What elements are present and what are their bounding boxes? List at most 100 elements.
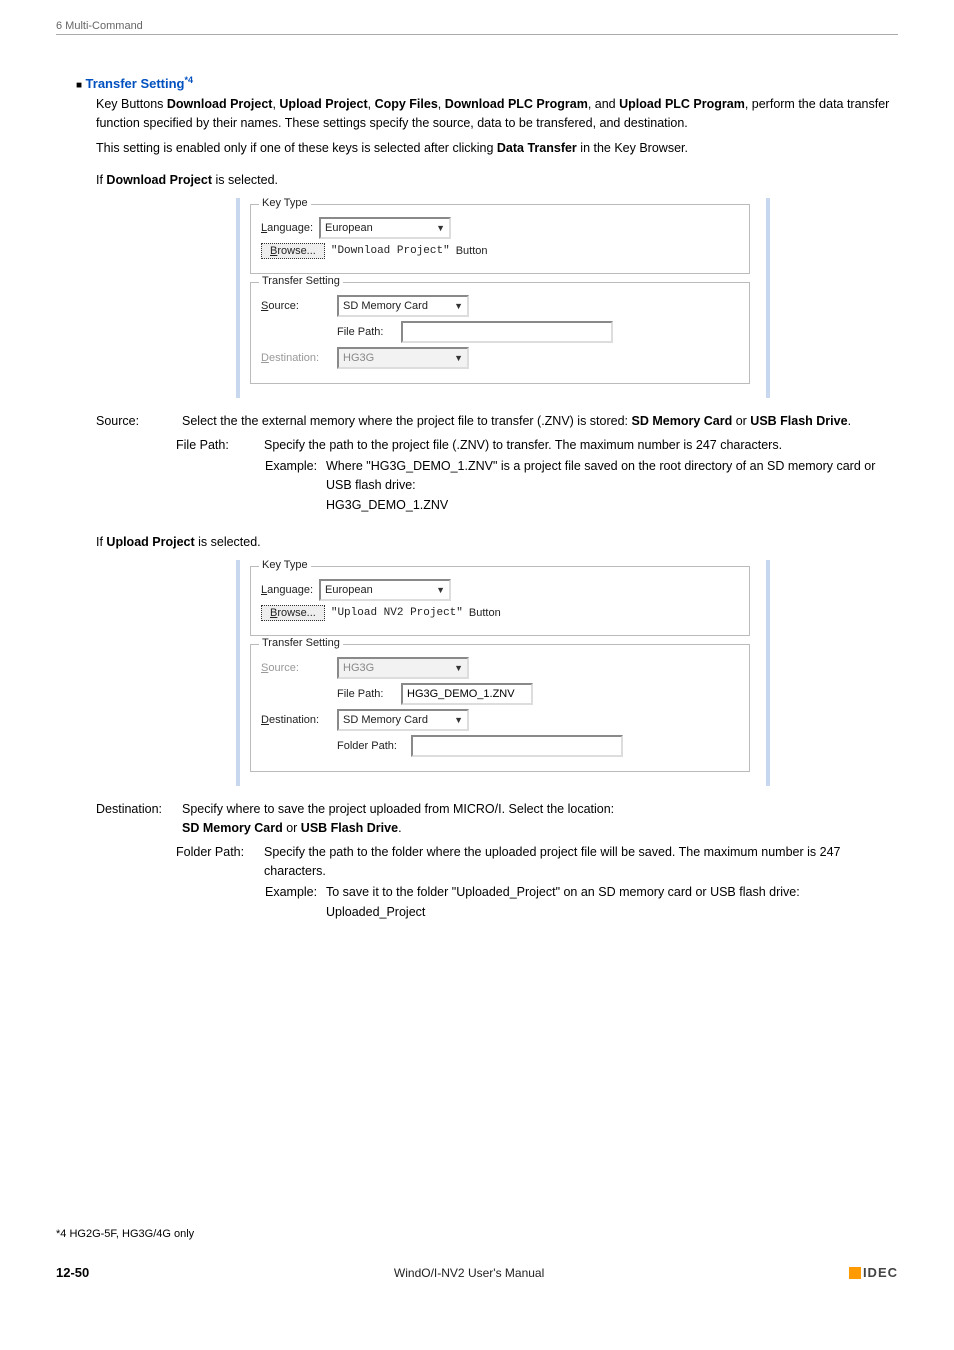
def-body: Specify the path to the folder where the…	[264, 843, 898, 882]
example-label: Example:	[265, 457, 321, 515]
browse-button[interactable]: Browse...	[261, 243, 325, 259]
chevron-down-icon: ▼	[454, 715, 463, 725]
folder-path-input[interactable]	[411, 735, 623, 757]
select-value: SD Memory Card	[343, 300, 428, 312]
select-value: European	[325, 584, 373, 596]
text: rowse...	[277, 245, 316, 257]
text: ource:	[268, 300, 299, 312]
key-type-groupbox: Key Type Language: European▼ Browse... "…	[250, 566, 750, 636]
page-number: 12-50	[56, 1265, 89, 1280]
def-term: Folder Path:	[176, 843, 252, 882]
groupbox-label: Transfer Setting	[259, 275, 343, 287]
groupbox-label: Key Type	[259, 559, 311, 571]
download-example: Example: Where "HG3G_DEMO_1.ZNV" is a pr…	[265, 457, 898, 515]
select-value: European	[325, 222, 373, 234]
page-footer: 12-50 WindO/I-NV2 User's Manual IDEC	[56, 1265, 898, 1280]
groupbox-label: Transfer Setting	[259, 637, 343, 649]
select-value: HG3G	[343, 352, 374, 364]
source-label: Source:	[261, 662, 331, 674]
text: .	[398, 821, 401, 835]
text: Upload Project	[106, 535, 194, 549]
intro-para-2: This setting is enabled only if one of t…	[96, 139, 898, 158]
text: If	[96, 535, 106, 549]
button-name-text: "Upload NV2 Project"	[331, 607, 463, 619]
def-body: Select the the external memory where the…	[182, 412, 898, 431]
source-select[interactable]: SD Memory Card ▼	[337, 295, 469, 317]
def-term: Destination:	[96, 800, 170, 839]
language-label: Language:	[261, 222, 313, 234]
header-rule	[56, 34, 898, 35]
text: USB Flash Drive	[301, 821, 398, 835]
text: USB Flash Drive	[750, 414, 847, 428]
text: is selected.	[195, 535, 261, 549]
text: Where "HG3G_DEMO_1.ZNV" is a project fil…	[326, 457, 898, 496]
text: estination:	[269, 352, 319, 364]
def-term: Source:	[96, 412, 170, 431]
text: , and	[588, 97, 619, 111]
text: Download Project	[167, 97, 273, 111]
text: Specify where to save the project upload…	[182, 800, 898, 819]
file-path-label: File Path:	[337, 688, 395, 700]
text: or	[732, 414, 750, 428]
text: SD Memory Card	[182, 821, 283, 835]
def-body: Specify the path to the project file (.Z…	[264, 436, 898, 455]
button-word: Button	[469, 607, 501, 619]
button-name-text: "Download Project"	[331, 245, 450, 257]
chapter-header: 6 Multi-Command	[56, 20, 898, 32]
transfer-setting-groupbox: Transfer Setting Source: HG3G▼ File Path…	[250, 644, 750, 772]
file-path-input[interactable]	[401, 683, 533, 705]
destination-label: Destination:	[261, 714, 331, 726]
text: estination:	[269, 714, 319, 726]
download-if-heading: If Download Project is selected.	[96, 171, 898, 190]
text: D	[261, 352, 269, 364]
transfer-setting-groupbox: Transfer Setting Source: SD Memory Card▼…	[250, 282, 750, 384]
language-select[interactable]: European ▼	[319, 217, 451, 239]
chevron-down-icon: ▼	[454, 301, 463, 311]
destination-definition: Destination: Specify where to save the p…	[96, 800, 898, 839]
text: rowse...	[277, 607, 316, 619]
text: Key Buttons	[96, 97, 167, 111]
text: .	[848, 414, 851, 428]
text: Uploaded_Project	[326, 903, 800, 922]
text: Download PLC Program	[445, 97, 588, 111]
text: anguage:	[267, 584, 313, 596]
text: Select the the external memory where the…	[182, 414, 632, 428]
text: SD Memory Card	[632, 414, 733, 428]
button-word: Button	[456, 245, 488, 257]
text: ,	[438, 97, 445, 111]
text: Data Transfer	[497, 141, 577, 155]
source-label: Source:	[261, 300, 331, 312]
destination-select: HG3G ▼	[337, 347, 469, 369]
language-label: Language:	[261, 584, 313, 596]
section-title-text: Transfer Setting	[86, 76, 185, 91]
destination-select[interactable]: SD Memory Card▼	[337, 709, 469, 731]
destination-label: Destination:	[261, 352, 331, 364]
text: If	[96, 173, 106, 187]
text: ource:	[268, 662, 299, 674]
text: in the Key Browser.	[577, 141, 688, 155]
key-type-groupbox: Key Type Language: European▼ Browse... "…	[250, 204, 750, 274]
select-value: HG3G	[343, 662, 374, 674]
language-select[interactable]: European▼	[319, 579, 451, 601]
example-label: Example:	[265, 883, 321, 922]
chevron-down-icon: ▼	[436, 223, 445, 233]
chevron-down-icon: ▼	[454, 663, 463, 673]
upload-if-heading: If Upload Project is selected.	[96, 533, 898, 552]
footer-title: WindO/I-NV2 User's Manual	[394, 1266, 544, 1280]
text: Copy Files	[375, 97, 438, 111]
source-select: HG3G ▼	[337, 657, 469, 679]
text: ,	[368, 97, 375, 111]
text: anguage:	[267, 222, 313, 234]
example-body: Where "HG3G_DEMO_1.ZNV" is a project fil…	[326, 457, 898, 515]
intro-para-1: Key Buttons Download Project, Upload Pro…	[96, 95, 898, 133]
upload-figure: Key Type Language: European▼ Browse... "…	[236, 560, 770, 786]
browse-button[interactable]: Browse...	[261, 605, 325, 621]
file-path-input[interactable]	[401, 321, 613, 343]
text: HG3G_DEMO_1.ZNV	[326, 496, 898, 515]
upload-example: Example: To save it to the folder "Uploa…	[265, 883, 898, 922]
text: Download Project	[106, 173, 212, 187]
file-path-label: File Path:	[337, 326, 395, 338]
chevron-down-icon: ▼	[454, 353, 463, 363]
source-definition: Source: Select the the external memory w…	[96, 412, 898, 431]
section-bullet: ■	[76, 80, 82, 91]
